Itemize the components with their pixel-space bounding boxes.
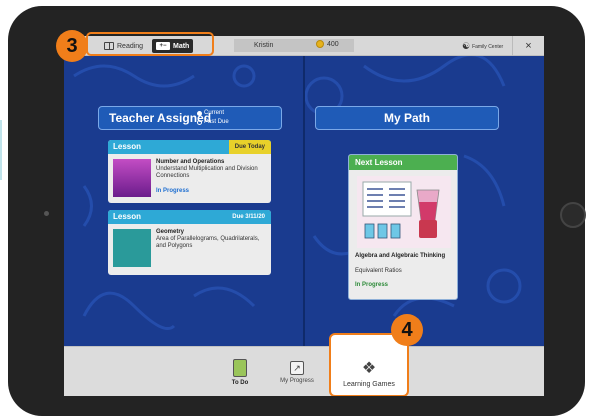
next-lesson-header: Next Lesson [349, 155, 457, 170]
lesson-thumbnail [113, 159, 151, 197]
lesson-card[interactable]: Lesson Due Today Number and Operations U… [108, 140, 271, 203]
camera-icon [44, 211, 49, 216]
radio-current-label: Current [204, 110, 225, 116]
lesson-card[interactable]: Lesson Due 3/11/20 Geometry Area of Para… [108, 210, 271, 275]
teacher-assigned-title: Teacher Assigned [109, 111, 212, 125]
panel-divider [303, 56, 305, 346]
coin-count: 400 [316, 40, 339, 48]
due-badge: Due 3/11/20 [232, 214, 265, 220]
next-lesson-subtitle: Equivalent Ratios [355, 268, 402, 274]
lesson-card-header: Lesson Due Today [108, 140, 271, 154]
my-path-header: My Path [315, 106, 499, 130]
nav-todo-label: To Do [231, 379, 249, 386]
bottom-nav: To Do ↗ My Progress ❖ Learning Games [64, 333, 544, 396]
lesson-subtitle: Area of Parallelograms, Quadrilaterals, … [156, 236, 260, 249]
nav-my-progress[interactable]: ↗ My Progress [274, 347, 320, 396]
family-center-label: Family Center [472, 43, 504, 50]
lesson-card-header: Lesson Due 3/11/20 [108, 210, 271, 224]
lesson-thumbnail [113, 229, 151, 267]
lesson-type: Lesson [113, 212, 142, 221]
edge-mark [0, 120, 2, 180]
next-lesson-card[interactable]: Next Lesson Algebra and Algebraic Thinki… [348, 154, 458, 300]
lesson-type: Lesson [113, 142, 142, 151]
family-center-link[interactable]: ☯ Family Center [462, 41, 503, 52]
radio-past-due-label: Past Due [204, 119, 229, 125]
radio-empty-icon [197, 120, 202, 125]
nav-todo[interactable]: To Do [220, 347, 260, 396]
filter-radios: Current Past Due [197, 109, 229, 127]
home-button[interactable] [560, 202, 586, 228]
next-lesson-thumbnail [357, 176, 451, 248]
my-path-title: My Path [383, 111, 430, 125]
callout-badge-4: 4 [391, 314, 423, 346]
nav-games-label: Learning Games [343, 381, 395, 388]
progress-icon: ↗ [290, 360, 304, 375]
teacher-assigned-header: Teacher Assigned [98, 106, 282, 130]
coin-icon [316, 40, 324, 48]
close-button[interactable]: × [512, 36, 544, 56]
lesson-status: In Progress [156, 188, 190, 194]
callout-badge-3: 3 [56, 30, 88, 62]
coin-value: 400 [327, 40, 339, 48]
nav-progress-label: My Progress [280, 377, 314, 384]
app-screen: Reading +− Math Kristin 400 ☯ Family Cen… [64, 36, 544, 396]
games-icon: ❖ [361, 360, 377, 377]
radio-selected-icon [197, 111, 202, 116]
due-badge: Due Today [228, 140, 271, 154]
lesson-subtitle: Understand Multiplication and Division C… [156, 166, 258, 179]
people-icon: ☯ [462, 41, 471, 51]
radio-current[interactable]: Current [197, 109, 229, 118]
next-lesson-status: In Progress [355, 282, 389, 288]
next-lesson-title: Algebra and Algebraic Thinking [355, 253, 446, 259]
subject-toggle-highlight [86, 32, 214, 56]
lesson-title: Geometry [156, 229, 185, 235]
radio-past-due[interactable]: Past Due [197, 118, 229, 127]
clipboard-icon [233, 358, 247, 377]
lesson-title: Number and Operations [156, 159, 225, 165]
